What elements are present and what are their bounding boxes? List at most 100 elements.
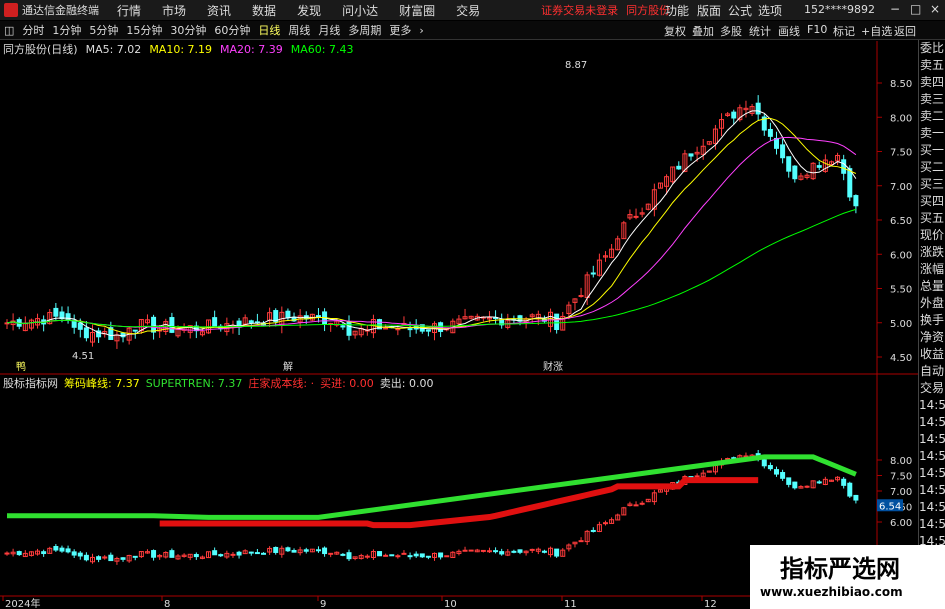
low-marker: 4.51 — [72, 351, 94, 362]
candle-body — [261, 552, 266, 555]
side-item[interactable]: 总量 — [919, 278, 945, 295]
trade-login-alert[interactable]: 证券交易未登录 — [541, 2, 618, 18]
btn-overlay[interactable]: 叠加 — [692, 23, 714, 39]
candle-body — [590, 529, 596, 532]
side-item[interactable]: 委比 — [919, 40, 945, 57]
side-item[interactable]: 自动 — [919, 363, 945, 380]
candle-body — [151, 550, 157, 558]
candle-body — [395, 555, 401, 558]
side-item[interactable]: 买四 — [919, 193, 945, 210]
menu-news[interactable]: 资讯 — [207, 2, 231, 19]
period-15min[interactable]: 15分钟 — [126, 22, 162, 38]
side-item[interactable]: 现价 — [919, 227, 945, 244]
candle-body — [212, 317, 218, 328]
side-item[interactable]: 14:56 — [919, 482, 945, 499]
ma60-label: MA60: 7.43 — [290, 42, 354, 56]
period-5min[interactable]: 5分钟 — [89, 22, 118, 38]
side-item[interactable]: 净资 — [919, 329, 945, 346]
chevron-right-icon[interactable]: › — [419, 24, 423, 37]
candle-body — [77, 322, 83, 330]
candle-body — [53, 307, 59, 317]
period-1min[interactable]: 1分钟 — [52, 22, 81, 38]
side-item[interactable]: 14:56 — [919, 516, 945, 533]
btn-mark[interactable]: 标记 — [833, 23, 855, 39]
candle-body — [554, 313, 560, 331]
candle-body — [218, 554, 224, 557]
ma10-label: MA10: 7.19 — [149, 42, 213, 56]
period-weekly[interactable]: 周线 — [288, 22, 310, 38]
btn-multi-stock[interactable]: 多股 — [720, 23, 742, 39]
user-account[interactable]: 152****9892 — [804, 3, 875, 16]
menu-quotes[interactable]: 行情 — [117, 2, 141, 19]
menu-market[interactable]: 市场 — [162, 2, 186, 19]
menu-trade[interactable]: 交易 — [456, 2, 480, 19]
side-item[interactable]: 14:56 — [919, 431, 945, 448]
menu-formula[interactable]: 公式 — [728, 2, 752, 19]
candle-body — [853, 494, 859, 501]
candle-body — [633, 504, 639, 507]
btn-f10[interactable]: F10 — [807, 23, 827, 36]
side-item[interactable]: 买一 — [919, 142, 945, 159]
period-daily[interactable]: 日线 — [258, 22, 280, 38]
side-item[interactable]: 14:56 — [919, 397, 945, 414]
date-tick: 2024年 — [5, 597, 40, 609]
close-icon[interactable]: × — [930, 2, 940, 16]
minimize-icon[interactable]: − — [890, 2, 900, 16]
side-item[interactable]: 卖一 — [919, 125, 945, 142]
candle-body — [499, 551, 505, 555]
period-monthly[interactable]: 月线 — [318, 22, 340, 38]
candle-body — [841, 478, 847, 486]
menu-ask[interactable]: 问小达 — [342, 2, 378, 19]
kline-chart[interactable]: 8.50 8.00 7.50 7.00 6.50 6.00 5.50 5.00 4.50 8.00… — [0, 41, 918, 609]
candle-body — [774, 137, 779, 149]
btn-back[interactable]: 返回 — [894, 23, 916, 39]
maximize-icon[interactable]: □ — [910, 2, 921, 16]
toggle-icon[interactable]: ◫ — [4, 24, 14, 37]
side-item[interactable]: 收益 — [919, 346, 945, 363]
btn-add-watch[interactable]: +自选 — [861, 23, 892, 39]
side-item[interactable]: 14:56 — [919, 465, 945, 482]
side-item[interactable]: 买三 — [919, 176, 945, 193]
candle-body — [633, 215, 639, 218]
side-item[interactable]: 交易 — [919, 380, 945, 397]
menu-data[interactable]: 数据 — [252, 2, 276, 19]
period-intraday[interactable]: 分时 — [22, 22, 44, 38]
side-item[interactable]: 外盘 — [919, 295, 945, 312]
menu-function[interactable]: 功能 — [665, 2, 689, 19]
side-item[interactable]: 卖二 — [919, 108, 945, 125]
period-30min[interactable]: 30分钟 — [170, 22, 206, 38]
candle-body — [767, 128, 773, 137]
side-item[interactable]: 卖四 — [919, 74, 945, 91]
side-item[interactable]: 买五 — [919, 210, 945, 227]
candle-body — [248, 551, 254, 554]
side-item[interactable]: 卖三 — [919, 91, 945, 108]
candle-body — [755, 102, 761, 115]
candle-body — [816, 165, 822, 168]
btn-adjust[interactable]: 复权 — [664, 23, 686, 39]
candle-body — [847, 168, 853, 198]
side-item[interactable]: 14:56 — [919, 414, 945, 431]
indicator-name[interactable]: 股标指标网 — [3, 375, 58, 391]
period-multi[interactable]: 多周期 — [348, 22, 381, 38]
period-more[interactable]: 更多 — [389, 22, 411, 38]
side-item[interactable]: 14:56 — [919, 448, 945, 465]
candle-body — [16, 551, 22, 556]
side-item[interactable]: 换手 — [919, 312, 945, 329]
side-item[interactable]: 14:56 — [919, 499, 945, 516]
side-item[interactable]: 涨幅 — [919, 261, 945, 278]
menu-wealth[interactable]: 财富圈 — [399, 2, 435, 19]
menu-discover[interactable]: 发现 — [297, 2, 321, 19]
candle-body — [853, 195, 859, 207]
side-item[interactable]: 涨跌 — [919, 244, 945, 261]
period-60min[interactable]: 60分钟 — [214, 22, 250, 38]
candle-body — [285, 547, 291, 552]
menu-layout[interactable]: 版面 — [697, 2, 721, 19]
side-item[interactable]: 卖五 — [919, 57, 945, 74]
btn-draw[interactable]: 画线 — [778, 23, 800, 39]
btn-stats[interactable]: 统计 — [749, 23, 771, 39]
menu-options[interactable]: 选项 — [758, 2, 782, 19]
candle-body — [841, 159, 847, 174]
candle-body — [322, 547, 328, 555]
candle-body — [65, 548, 71, 553]
side-item[interactable]: 买二 — [919, 159, 945, 176]
